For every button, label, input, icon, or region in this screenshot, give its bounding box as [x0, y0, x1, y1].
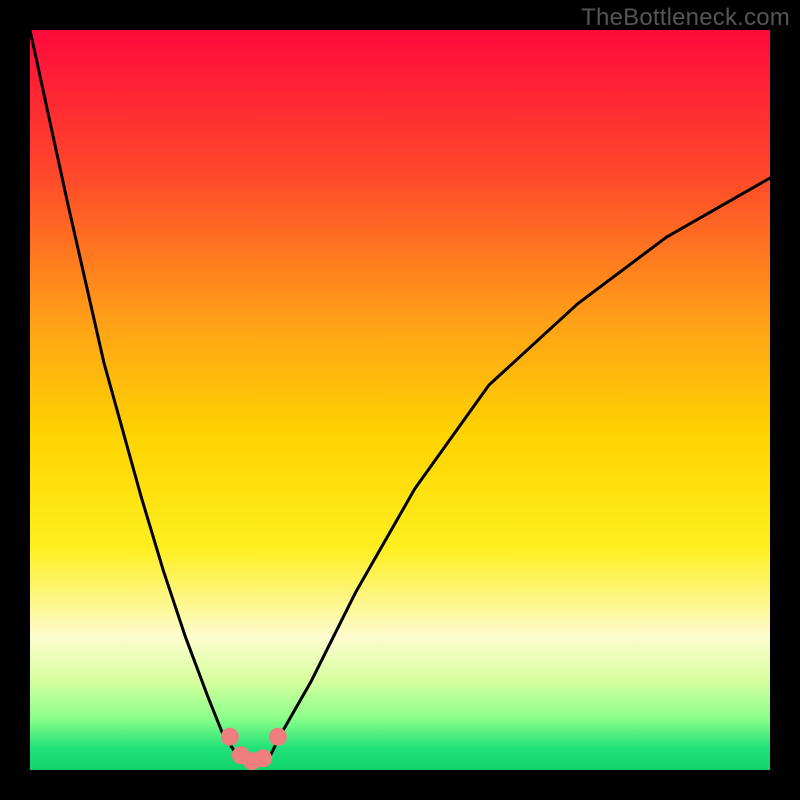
curve-marker: [221, 728, 239, 746]
chart-svg: [0, 0, 800, 800]
curve-marker: [269, 728, 287, 746]
plot-background: [30, 30, 770, 770]
curve-marker: [254, 749, 272, 767]
watermark-text: TheBottleneck.com: [581, 4, 790, 32]
chart-container: TheBottleneck.com: [0, 0, 800, 800]
